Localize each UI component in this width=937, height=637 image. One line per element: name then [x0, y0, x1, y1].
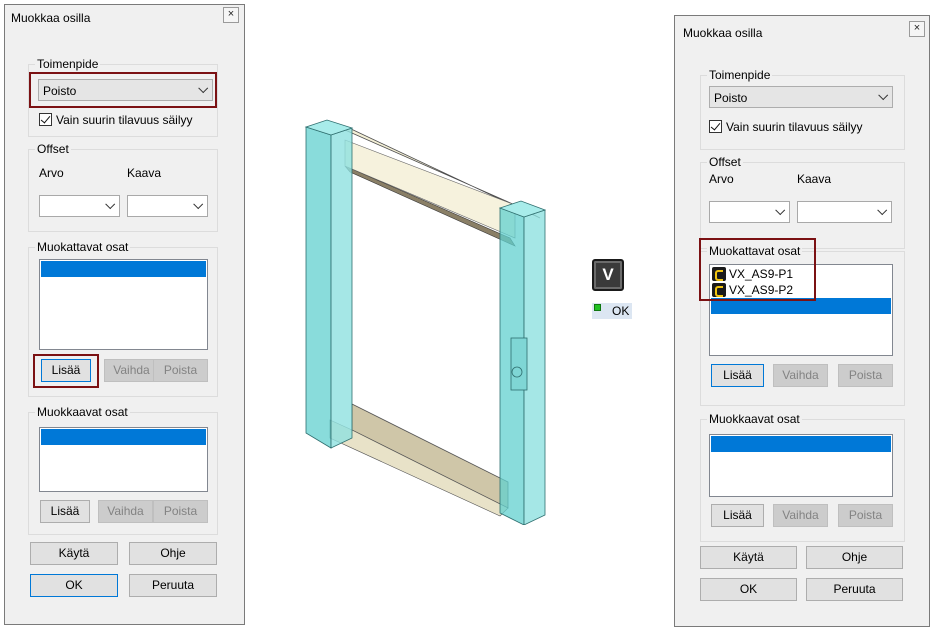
right-value-chevron-down-icon: [775, 205, 786, 216]
right-action-group-label: Toimenpide: [707, 68, 773, 82]
frame-hinge-plate: [510, 337, 528, 391]
right-ok-button[interactable]: OK: [700, 578, 797, 601]
right-formula-chevron-down-icon: [877, 205, 888, 216]
right-title-bar[interactable]: Muokkaa osilla ×: [675, 16, 929, 44]
right-help-button[interactable]: Ohje: [806, 546, 903, 569]
left-keep-largest-checkbox[interactable]: [39, 113, 52, 126]
right-value-select[interactable]: [709, 201, 790, 223]
right-modifying-parts-selected-row[interactable]: [711, 436, 891, 452]
left-dialog: Muokkaa osilla × Toimenpide Poisto Vain …: [4, 4, 245, 625]
frame-bottom-beam-lower: [329, 419, 509, 517]
right-formula-label: Kaava: [797, 172, 832, 186]
left-offset-group: Offset: [28, 142, 218, 232]
right-modifying-replace-button[interactable]: Vaihda: [773, 504, 828, 527]
left-modified-remove-button[interactable]: Poista: [153, 359, 208, 382]
right-modified-add-button[interactable]: Lisää: [711, 364, 764, 387]
right-modified-remove-button[interactable]: Poista: [838, 364, 893, 387]
left-add-button-highlight: [33, 354, 99, 388]
left-modifying-parts-list[interactable]: [39, 427, 208, 492]
right-close-icon[interactable]: ×: [909, 21, 925, 37]
right-action-chevron-down-icon: [878, 90, 889, 101]
left-apply-button[interactable]: Käytä: [30, 542, 118, 565]
left-modified-parts-list[interactable]: [39, 259, 208, 350]
window-frame-model: [304, 119, 547, 525]
left-modifying-add-button[interactable]: Lisää: [40, 500, 90, 523]
left-action-group-label: Toimenpide: [35, 57, 101, 71]
right-offset-group-label: Offset: [707, 155, 743, 169]
left-close-icon[interactable]: ×: [223, 7, 239, 23]
left-value-select[interactable]: [39, 195, 120, 217]
right-modifying-remove-button[interactable]: Poista: [838, 504, 893, 527]
left-value-chevron-down-icon: [105, 199, 116, 210]
right-keep-largest-label: Vain suurin tilavuus säilyy: [726, 120, 863, 134]
left-value-label: Arvo: [39, 166, 64, 180]
left-formula-label: Kaava: [127, 166, 162, 180]
ok-status-label: OK: [612, 304, 630, 318]
frame-left-post-front: [305, 126, 332, 449]
v-button[interactable]: V: [592, 259, 624, 291]
left-modified-replace-button[interactable]: Vaihda: [104, 359, 159, 382]
right-modifying-parts-label: Muokkaavat osat: [707, 412, 802, 426]
right-modified-replace-button[interactable]: Vaihda: [773, 364, 828, 387]
right-apply-button[interactable]: Käytä: [700, 546, 797, 569]
ok-status-badge: OK: [592, 303, 632, 319]
right-modifying-add-button[interactable]: Lisää: [711, 504, 764, 527]
left-formula-chevron-down-icon: [193, 199, 204, 210]
right-dialog: Muokkaa osilla × Toimenpide Poisto Vain …: [674, 15, 930, 627]
left-title-bar[interactable]: Muokkaa osilla ×: [5, 5, 244, 33]
right-value-label: Arvo: [709, 172, 734, 186]
frame-top-beam-face: [344, 139, 516, 239]
left-keep-largest-label: Vain suurin tilavuus säilyy: [56, 113, 193, 127]
left-ok-button[interactable]: OK: [30, 574, 118, 597]
left-formula-select[interactable]: [127, 195, 208, 217]
left-modified-parts-selected-row[interactable]: [41, 261, 206, 277]
left-modifying-parts-label: Muokkaavat osat: [35, 405, 130, 419]
right-cancel-button[interactable]: Peruuta: [806, 578, 903, 601]
left-dialog-title: Muokkaa osilla: [11, 11, 91, 25]
right-formula-select[interactable]: [797, 201, 892, 223]
left-modifying-remove-button[interactable]: Poista: [153, 500, 208, 523]
frame-left-post-side: [330, 127, 353, 449]
left-modifying-parts-selected-row[interactable]: [41, 429, 206, 445]
status-led-icon: [594, 304, 601, 311]
right-action-select[interactable]: Poisto: [709, 86, 893, 108]
left-cancel-button[interactable]: Peruuta: [129, 574, 217, 597]
right-modified-parts-highlight: [699, 238, 816, 301]
left-offset-group-label: Offset: [35, 142, 71, 156]
left-help-button[interactable]: Ohje: [129, 542, 217, 565]
left-modified-parts-label: Muokattavat osat: [35, 240, 131, 254]
right-modifying-parts-list[interactable]: [709, 434, 893, 497]
left-action-select-highlight: [29, 72, 217, 108]
right-keep-largest-checkbox[interactable]: [709, 120, 722, 133]
right-action-value: Poisto: [714, 91, 748, 105]
left-modifying-replace-button[interactable]: Vaihda: [98, 500, 153, 523]
right-dialog-title: Muokkaa osilla: [683, 26, 763, 40]
